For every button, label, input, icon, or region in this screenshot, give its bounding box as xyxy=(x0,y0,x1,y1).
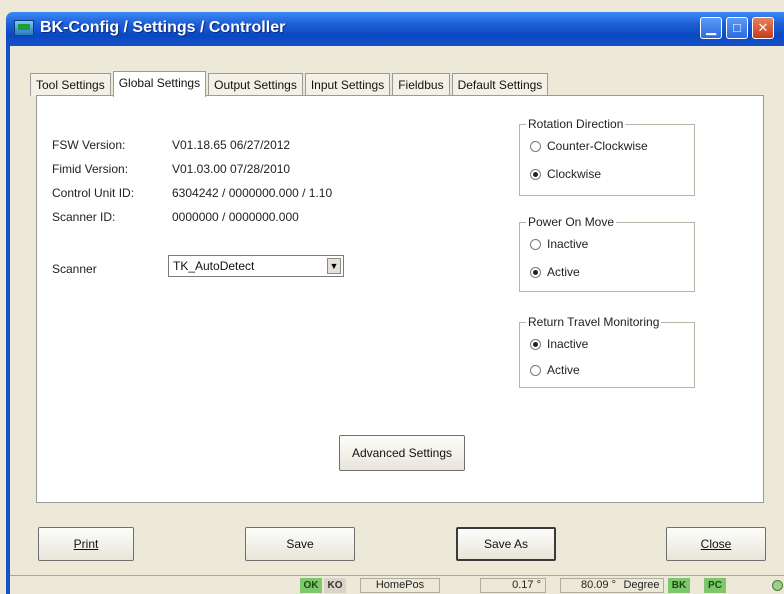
power-on-move-group: Power On Move Inactive Active xyxy=(519,215,695,292)
tab-input-settings[interactable]: Input Settings xyxy=(304,73,391,96)
app-icon xyxy=(14,20,34,36)
tab-default-settings[interactable]: Default Settings xyxy=(451,73,549,96)
radio-circle-icon xyxy=(530,364,541,376)
scanner-id-label: Scanner ID: xyxy=(52,210,116,224)
print-button[interactable]: Print xyxy=(38,527,134,561)
scanner-id-value: 0000000 / 0000000.000 xyxy=(172,210,299,224)
status-position: HomePos xyxy=(360,578,440,593)
radio-circle-icon xyxy=(530,140,541,152)
status-value-2: 80.09 ° xyxy=(560,578,620,593)
tab-global-settings[interactable]: Global Settings xyxy=(112,71,207,97)
tab-fieldbus[interactable]: Fieldbus xyxy=(392,73,450,96)
control-unit-id-value: 6304242 / 0000000.000 / 1.10 xyxy=(172,186,333,200)
status-pc-indicator: PC xyxy=(704,578,726,593)
minimize-button[interactable]: ▁ xyxy=(700,17,722,39)
title-bar[interactable]: BK-Config / Settings / Controller ▁ □ ✕ xyxy=(6,12,784,46)
status-bar: OK KO HomePos 0.17 ° 80.09 ° Degree BK P… xyxy=(10,575,784,594)
status-unit: Degree xyxy=(620,578,664,593)
fsw-version-value: V01.18.65 06/27/2012 xyxy=(172,138,291,152)
rotation-direction-group: Rotation Direction Counter-Clockwise Clo… xyxy=(519,117,695,196)
connection-led-icon xyxy=(772,580,783,591)
radio-counter-clockwise[interactable]: Counter-Clockwise xyxy=(530,139,648,153)
radio-return-active[interactable]: Active xyxy=(530,363,580,377)
status-ok-indicator: OK xyxy=(300,578,322,593)
chevron-down-icon[interactable]: ▼ xyxy=(327,258,341,274)
firmid-version-value: V01.03.00 07/28/2010 xyxy=(172,162,291,176)
tab-output-settings[interactable]: Output Settings xyxy=(208,73,303,96)
radio-power-inactive[interactable]: Inactive xyxy=(530,237,588,251)
status-ko-indicator: KO xyxy=(324,578,346,593)
scanner-select-value: TK_AutoDetect xyxy=(173,259,255,273)
radio-circle-icon xyxy=(530,238,541,250)
scanner-label: Scanner xyxy=(52,262,97,276)
radio-return-inactive[interactable]: Inactive xyxy=(530,337,588,351)
radio-power-active[interactable]: Active xyxy=(530,265,580,279)
status-value-1: 0.17 ° xyxy=(480,578,546,593)
radio-checked-icon xyxy=(530,266,541,278)
radio-clockwise[interactable]: Clockwise xyxy=(530,167,601,181)
rotation-direction-title: Rotation Direction xyxy=(526,117,626,131)
firmid-version-label: Fimid Version: xyxy=(52,162,129,176)
return-travel-monitoring-title: Return Travel Monitoring xyxy=(526,315,662,329)
maximize-button[interactable]: □ xyxy=(726,17,748,39)
tab-tool-settings[interactable]: Tool Settings xyxy=(30,73,111,96)
close-window-button[interactable]: ✕ xyxy=(752,17,774,39)
tab-strip: Tool Settings Global Settings Output Set… xyxy=(30,71,550,97)
fsw-version-label: FSW Version: xyxy=(52,138,126,152)
save-as-button[interactable]: Save As xyxy=(456,527,556,561)
save-button[interactable]: Save xyxy=(245,527,355,561)
return-travel-monitoring-group: Return Travel Monitoring Inactive Active xyxy=(519,315,695,388)
radio-checked-icon xyxy=(530,168,541,180)
advanced-settings-button[interactable]: Advanced Settings xyxy=(339,435,465,471)
close-button[interactable]: Close xyxy=(666,527,766,561)
power-on-move-title: Power On Move xyxy=(526,215,617,229)
radio-checked-icon xyxy=(530,338,541,350)
application-window: BK-Config / Settings / Controller ▁ □ ✕ … xyxy=(0,0,784,594)
window-title: BK-Config / Settings / Controller xyxy=(40,19,286,36)
scanner-select[interactable]: TK_AutoDetect ▼ xyxy=(168,255,344,277)
control-unit-id-label: Control Unit ID: xyxy=(52,186,135,200)
status-bk-indicator: BK xyxy=(668,578,690,593)
